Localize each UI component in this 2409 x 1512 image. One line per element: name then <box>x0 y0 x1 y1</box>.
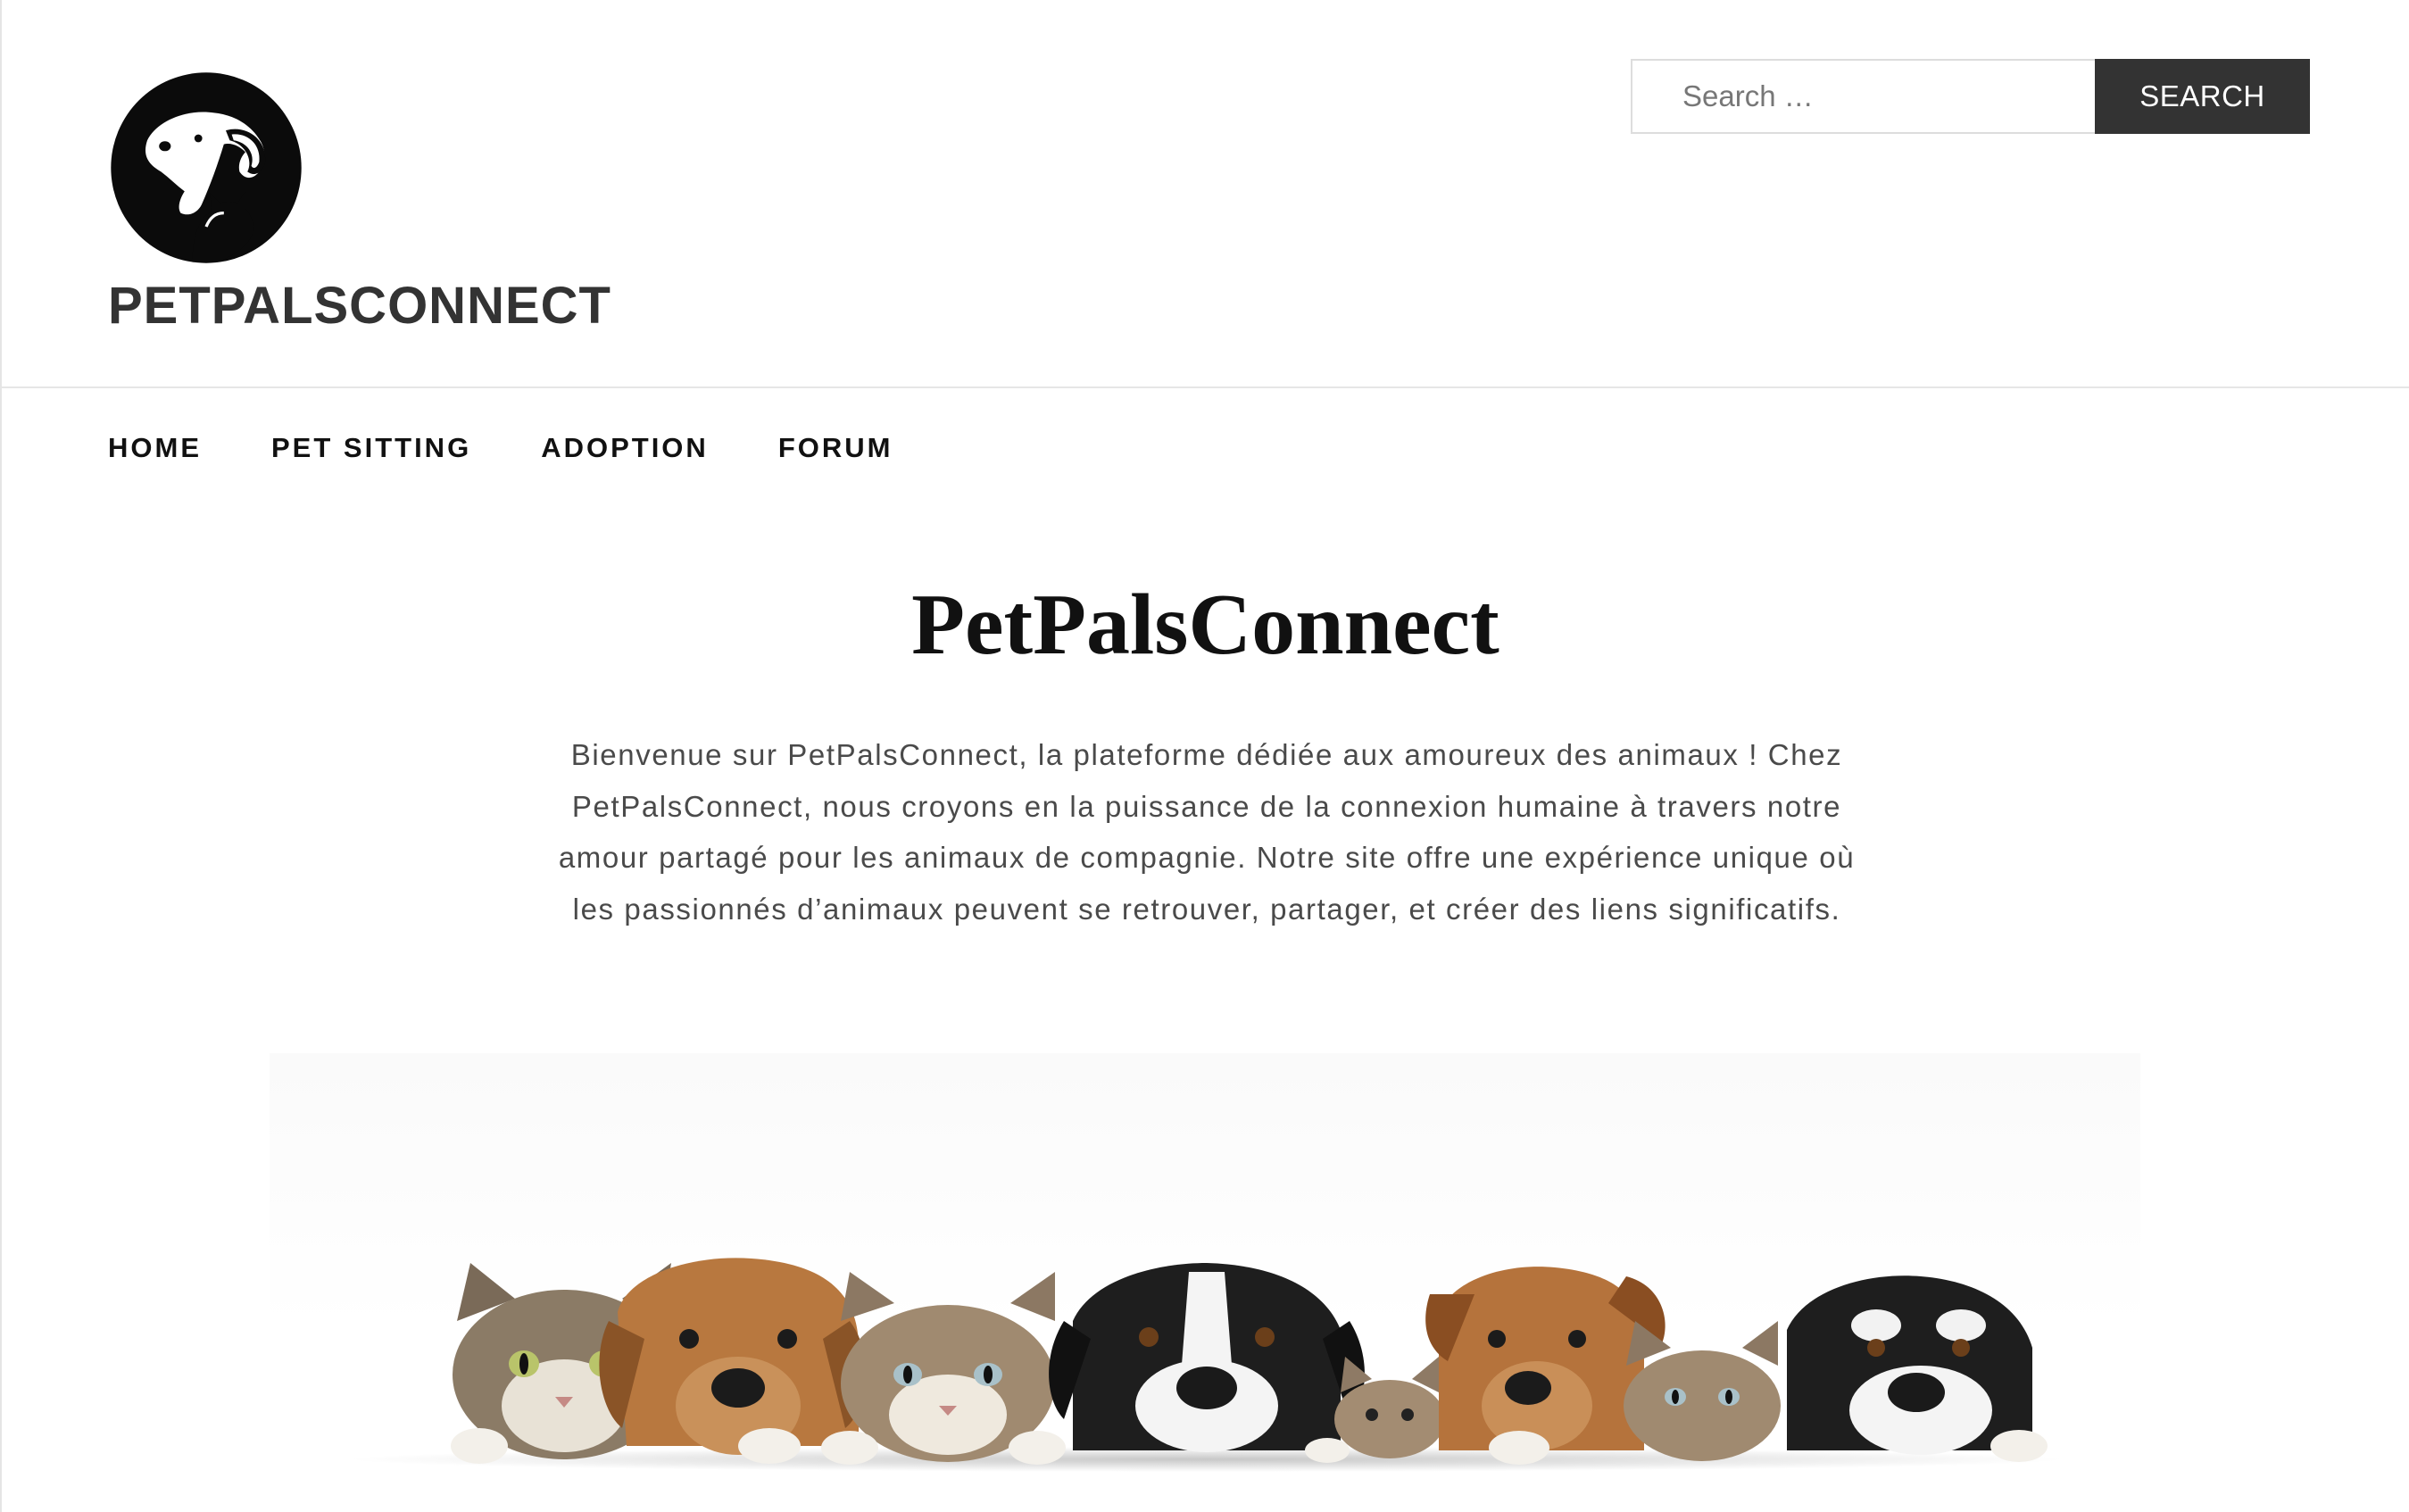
golden-dog-1 <box>599 1258 867 1464</box>
search-form: SEARCH <box>1631 59 2310 134</box>
nav-item-pet-sitting[interactable]: PET SITTING <box>271 428 471 468</box>
black-white-dog-2 <box>1787 1275 2048 1462</box>
nav-item-home[interactable]: HOME <box>108 428 202 468</box>
site-header: PETPALSCONNECT SEARCH <box>2 0 2409 388</box>
search-button[interactable]: SEARCH <box>2095 59 2310 134</box>
black-white-dog <box>1049 1263 1365 1452</box>
hero-image-pets <box>270 1053 2140 1512</box>
brown-dog <box>1425 1267 1666 1465</box>
nav-item-forum[interactable]: FORUM <box>778 428 893 468</box>
nav-item-adoption[interactable]: ADOPTION <box>541 428 709 468</box>
tabby-cat-2 <box>821 1272 1066 1465</box>
dog-cat-logo-icon <box>111 72 302 263</box>
pets-row-illustration <box>350 1258 2064 1472</box>
main-navigation: HOME PET SITTING ADOPTION FORUM <box>108 428 962 468</box>
hero-description: Bienvenue sur PetPalsConnect, la platefo… <box>558 738 1856 926</box>
site-title[interactable]: PETPALSCONNECT <box>108 275 611 337</box>
page: PETPALSCONNECT SEARCH HOME PET SITTING A… <box>0 0 2409 1512</box>
tabby-cat-3 <box>1624 1321 1781 1461</box>
hero-title: PetPalsConnect <box>911 577 1499 673</box>
search-input[interactable] <box>1631 59 2095 134</box>
site-logo[interactable] <box>108 70 304 266</box>
